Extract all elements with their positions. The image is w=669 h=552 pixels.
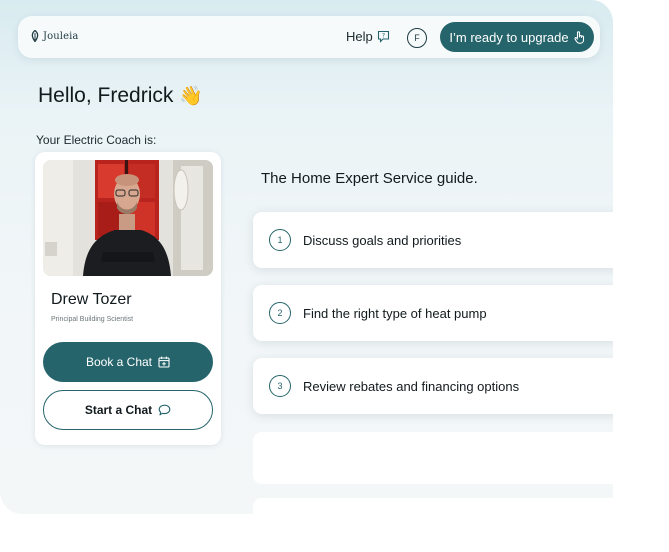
leaf-logo-icon bbox=[30, 30, 40, 42]
top-nav-bar: Jouleia Help ? F I’m ready to upgrade bbox=[18, 16, 600, 58]
coach-label: Your Electric Coach is: bbox=[36, 133, 157, 147]
coach-title: Principal Building Scientist bbox=[51, 316, 134, 323]
waving-hand-emoji: 👋 bbox=[179, 86, 204, 107]
guide-title: The Home Expert Service guide. bbox=[261, 170, 478, 187]
placeholder-card bbox=[253, 432, 613, 484]
coach-photo bbox=[43, 160, 213, 276]
app-frame: Jouleia Help ? F I’m ready to upgrade He… bbox=[0, 0, 613, 514]
book-chat-label: Book a Chat bbox=[85, 355, 153, 369]
greeting-heading: Hello, Fredrick 👋 bbox=[38, 84, 203, 108]
step-label: Find the right type of heat pump bbox=[303, 305, 487, 321]
step-number-badge: 1 bbox=[269, 229, 291, 251]
start-chat-label: Start a Chat bbox=[84, 403, 153, 417]
help-label: Help bbox=[346, 29, 373, 44]
placeholder-card bbox=[253, 498, 613, 514]
coach-name: Drew Tozer bbox=[51, 291, 132, 308]
help-bubble-icon: ? bbox=[377, 30, 390, 43]
step-number-badge: 2 bbox=[269, 302, 291, 324]
help-link[interactable]: Help ? bbox=[346, 29, 390, 44]
user-avatar[interactable]: F bbox=[407, 28, 427, 48]
step-label: Review rebates and financing options bbox=[303, 378, 520, 394]
book-chat-button[interactable]: Book a Chat bbox=[43, 342, 213, 382]
chat-bubble-icon bbox=[158, 404, 171, 416]
upgrade-label: I’m ready to upgrade bbox=[449, 29, 569, 45]
coach-card: Drew Tozer Principal Building Scientist … bbox=[35, 152, 221, 445]
step-number-badge: 3 bbox=[269, 375, 291, 397]
step-label: Discuss goals and priorities bbox=[303, 232, 462, 248]
svg-text:?: ? bbox=[382, 33, 385, 40]
guide-step-1[interactable]: 1 Discuss goals and priorities bbox=[253, 212, 613, 268]
pointer-hand-icon bbox=[574, 30, 585, 44]
start-chat-button[interactable]: Start a Chat bbox=[43, 390, 213, 430]
guide-step-3[interactable]: 3 Review rebates and financing options bbox=[253, 358, 613, 414]
greeting-text: Hello, Fredrick bbox=[38, 84, 174, 107]
upgrade-button[interactable]: I’m ready to upgrade bbox=[440, 22, 594, 52]
guide-step-2[interactable]: 2 Find the right type of heat pump bbox=[253, 285, 613, 341]
brand-logo[interactable]: Jouleia bbox=[30, 30, 78, 42]
brand-name: Jouleia bbox=[43, 30, 79, 42]
calendar-icon bbox=[158, 356, 170, 368]
